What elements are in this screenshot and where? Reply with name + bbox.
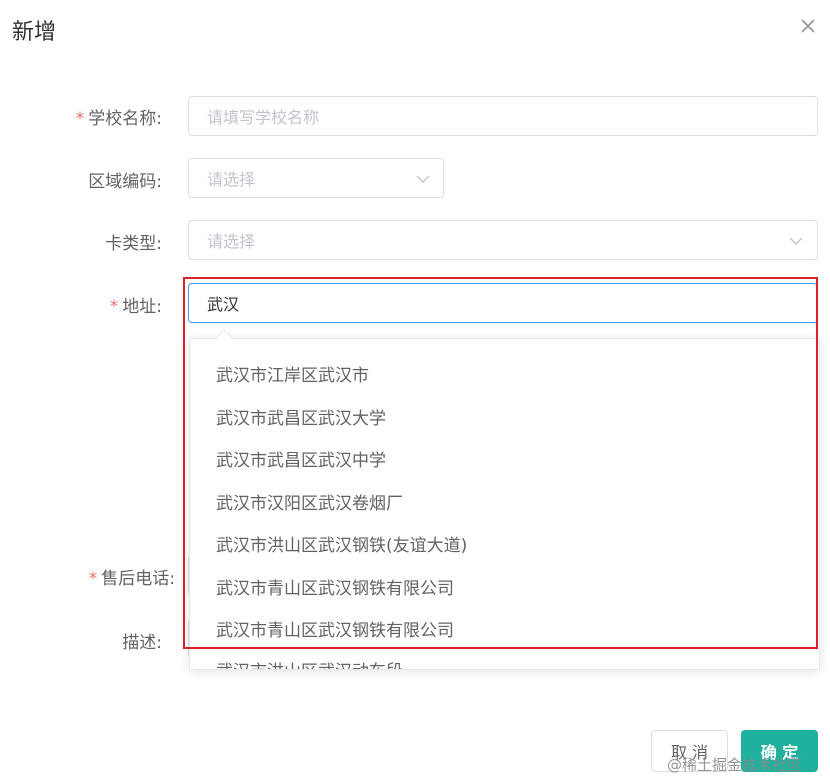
school-name-placeholder: 请填写学校名称 bbox=[207, 108, 320, 127]
suggestion-item[interactable]: 武汉市江岸区武汉市 bbox=[216, 361, 369, 386]
suggestion-item[interactable]: 武汉市洪山区武汉钢铁(友谊大道) bbox=[216, 531, 467, 556]
suggestion-item[interactable]: 武汉市青山区武汉钢铁有限公司 bbox=[216, 616, 454, 641]
region-code-label: 区域编码: bbox=[88, 172, 162, 192]
card-type-select[interactable]: 请选择 bbox=[188, 220, 818, 260]
chevron-down-icon bbox=[416, 175, 430, 183]
required-mark: * bbox=[88, 569, 98, 589]
after-sales-phone-label: * 售后电话: bbox=[88, 569, 175, 589]
address-value: 武汉 bbox=[207, 295, 240, 314]
school-name-label: * 学校名称: bbox=[75, 109, 162, 129]
address-input[interactable]: 武汉 bbox=[188, 283, 818, 323]
region-code-placeholder: 请选择 bbox=[207, 170, 256, 189]
suggestion-item[interactable]: 武汉市洪山区武汉动车段 bbox=[216, 657, 403, 669]
suggestion-item[interactable]: 武汉市武昌区武汉大学 bbox=[216, 404, 386, 429]
card-type-label: 卡类型: bbox=[105, 234, 162, 254]
suggestion-item[interactable]: 武汉市汉阳区武汉卷烟厂 bbox=[216, 489, 403, 514]
suggestion-item[interactable]: 武汉市武昌区武汉中学 bbox=[216, 446, 386, 471]
add-dialog: 新增 * 学校名称: 请填写学校名称 区域编码: 请选择 卡类型: 请选择 * 地址… bbox=[0, 0, 830, 781]
region-code-select[interactable]: 请选择 bbox=[188, 158, 444, 198]
required-mark: * bbox=[75, 109, 85, 129]
school-name-input[interactable]: 请填写学校名称 bbox=[188, 96, 818, 136]
description-label: 描述: bbox=[122, 633, 162, 653]
dialog-title: 新增 bbox=[12, 20, 57, 45]
close-icon[interactable] bbox=[796, 14, 820, 38]
chevron-down-icon bbox=[789, 237, 803, 245]
required-mark: * bbox=[109, 297, 119, 317]
card-type-placeholder: 请选择 bbox=[207, 232, 256, 251]
address-label: * 地址: bbox=[109, 297, 162, 317]
watermark: @稀土掘金技术社区 bbox=[667, 756, 803, 774]
address-suggestion-dropdown: 武汉市江岸区武汉市 武汉市武昌区武汉大学 武汉市武昌区武汉中学 武汉市汉阳区武汉… bbox=[189, 338, 820, 670]
suggestion-item[interactable]: 武汉市青山区武汉钢铁有限公司 bbox=[216, 574, 454, 599]
